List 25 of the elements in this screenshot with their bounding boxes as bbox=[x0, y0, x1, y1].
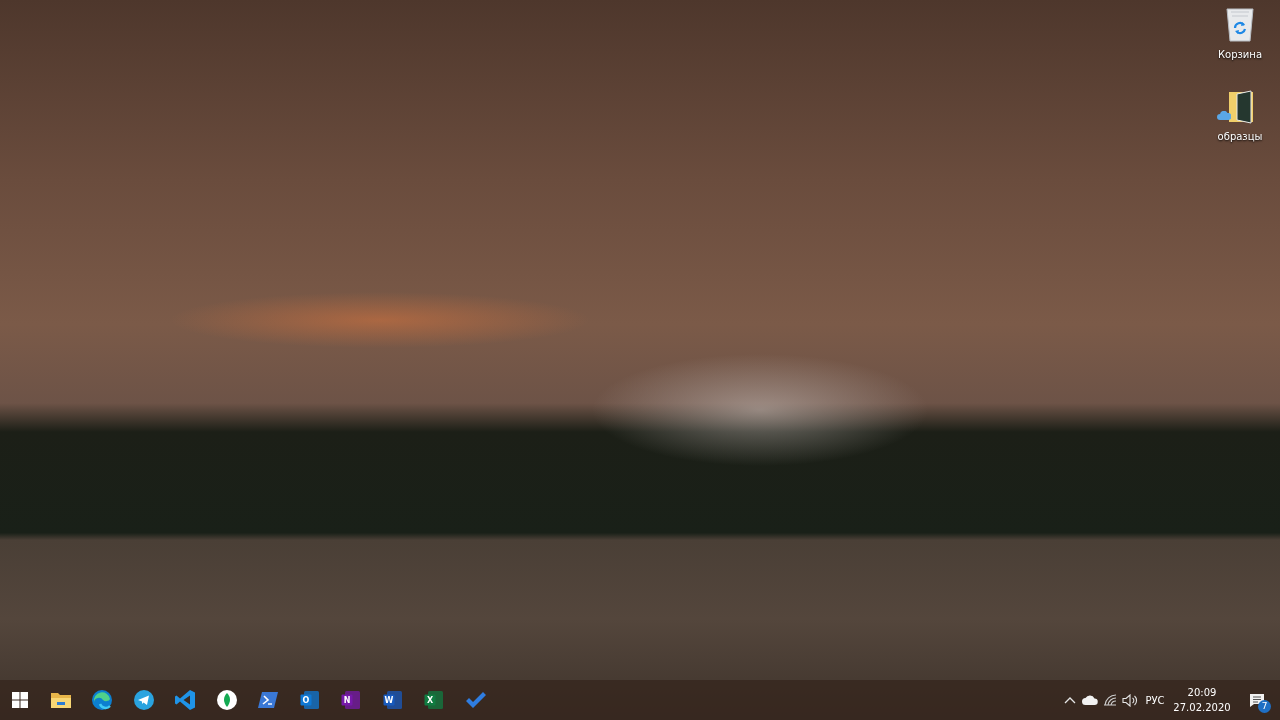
folder-icon bbox=[49, 691, 72, 709]
prompt-icon bbox=[258, 691, 279, 709]
taskbar-button[interactable]: O bbox=[289, 680, 331, 720]
taskbar-button[interactable]: X bbox=[413, 680, 455, 720]
shortcut-label: образцы bbox=[1217, 131, 1263, 142]
language-button[interactable]: РУС bbox=[1140, 680, 1170, 720]
desktop-shortcut[interactable]: Корзина bbox=[1203, 6, 1277, 76]
shortcut-label: Корзина bbox=[1217, 49, 1263, 60]
speaker-icon bbox=[1122, 693, 1138, 707]
paper-plane-icon bbox=[133, 690, 154, 710]
notification-badge: 7 bbox=[1258, 700, 1271, 713]
taskbar-button[interactable]: N bbox=[330, 680, 372, 720]
wastebasket-icon bbox=[1223, 6, 1257, 42]
swirl-icon bbox=[91, 689, 114, 711]
taskbar-button[interactable]: W bbox=[372, 680, 414, 720]
cloud-icon bbox=[1082, 695, 1098, 705]
chevron-up-icon bbox=[1064, 696, 1076, 704]
checkmark-icon bbox=[464, 691, 487, 709]
angle-bracket-icon bbox=[174, 689, 197, 711]
notifications-button[interactable]: 7 bbox=[1234, 680, 1280, 720]
desktop-shortcut[interactable]: образцы bbox=[1203, 88, 1277, 158]
leaf-icon bbox=[216, 690, 237, 710]
windows-icon bbox=[12, 692, 28, 708]
clock-button[interactable]: 20:09 27.02.2020 bbox=[1170, 680, 1234, 720]
signal-icon bbox=[1103, 694, 1117, 706]
